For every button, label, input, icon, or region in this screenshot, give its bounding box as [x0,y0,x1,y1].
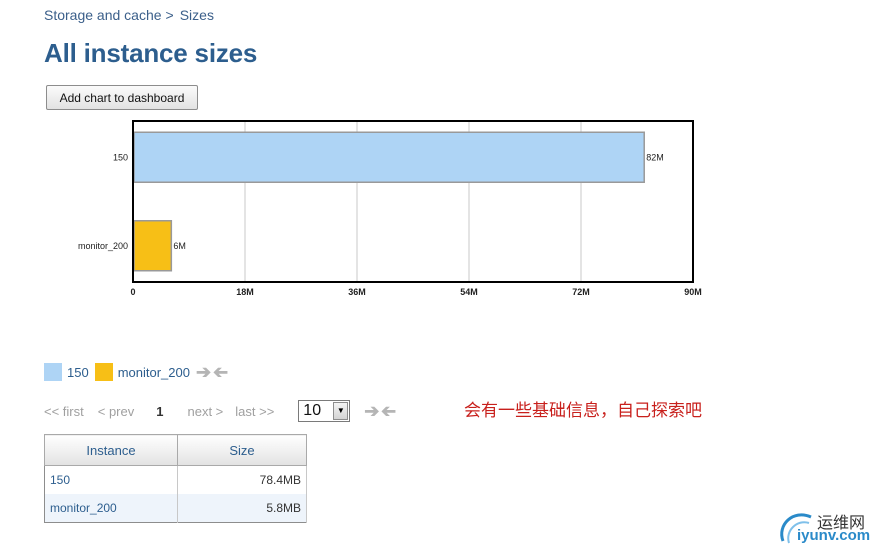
pagination: << first < prev 1 next > last >> 10 ▼ ➔ ➔ [44,400,396,422]
table-header-row: Instance Size [44,434,307,466]
pager-arrows[interactable]: ➔ ➔ [364,401,396,421]
arrow-right-icon[interactable]: ➔ [196,363,211,381]
arrow-left-icon[interactable]: ➔ [213,362,228,382]
x-tick-label: 18M [236,287,254,297]
current-page: 1 [156,403,164,419]
chart-legend: 150 monitor_200 ➔ ➔ [44,362,228,382]
category-label: 150 [113,152,128,162]
annotation-note: 会有一些基础信息，自己探索吧 [464,401,702,421]
size-cell: 78.4MB [177,465,307,494]
last-page-link[interactable]: last >> [235,404,274,419]
size-cell: 5.8MB [177,494,307,523]
next-page-link[interactable]: next > [187,404,223,419]
bar-monitor_200 [133,220,173,272]
x-tick-label: 90M [684,287,702,297]
instance-cell[interactable]: 150 [44,465,178,494]
watermark-en: iyunv.com [797,527,871,544]
bar-150 [133,131,645,183]
column-header-size[interactable]: Size [177,434,307,466]
arrow-right-icon[interactable]: ➔ [364,402,379,420]
instance-cell[interactable]: monitor_200 [44,494,178,523]
first-page-link[interactable]: << first [44,404,84,419]
page-size-select[interactable]: 10 ▼ [298,400,351,422]
legend-swatch-150 [44,363,62,381]
value-label: 6M [173,241,186,251]
x-tick-label: 72M [572,287,590,297]
legend-label-monitor-200: monitor_200 [117,364,190,380]
x-tick-label: 0 [130,287,135,297]
table-row[interactable]: 150 78.4MB [44,465,307,494]
legend-swatch-monitor-200 [94,363,113,381]
column-header-instance[interactable]: Instance [44,434,178,466]
table-row[interactable]: monitor_200 5.8MB [44,494,307,523]
category-label: monitor_200 [78,241,128,251]
chevron-down-icon[interactable]: ▼ [333,402,349,420]
page-size-value: 10 [303,402,322,419]
legend-label-150: 150 [67,364,89,380]
x-tick-label: 54M [460,287,478,297]
prev-page-link[interactable]: < prev [98,404,135,419]
instance-size-table: Instance Size 150 78.4MB monitor_200 5.8… [44,434,307,523]
instance-size-chart: 150 82M monitor_200 6M 0 18M 36M 54M 72M 90M [78,120,702,297]
legend-scroll-arrows[interactable]: ➔ ➔ [196,362,228,382]
watermark-logo: 运维网 iyunv.com [775,503,875,548]
x-tick-label: 36M [348,287,366,297]
arrow-left-icon[interactable]: ➔ [381,401,396,421]
value-label: 82M [646,152,664,162]
